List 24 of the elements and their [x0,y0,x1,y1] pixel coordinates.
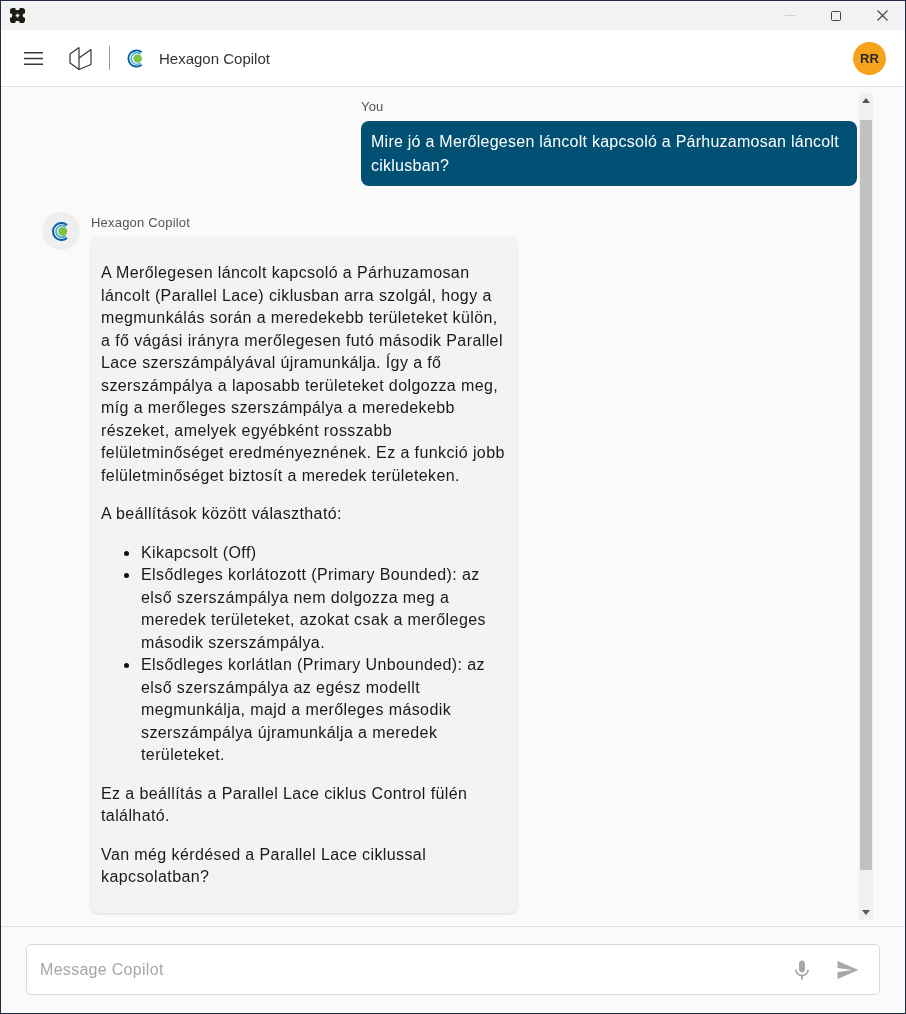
message-paragraph: Ez a beállítás a Parallel Lace ciklus Control fülén található. [101,783,469,826]
book-icon [68,45,92,71]
list-item-text: Elsődleges korlátozott (Primary Bounded): az első szerszámpálya nem dolgozza meg a meredek területeket, azokat csak a merőleges második szerszámpálya. [141,565,487,653]
bullet-icon [124,550,129,556]
list-item-text: Elsődleges korlátlan (Primary Unbounded): az első szerszámpálya az egész modellt megmunkálja, majd a merőleges második szerszámpálya újramunkálja a meredek területeket. [141,655,486,765]
app-logo-icon [10,8,25,23]
message-paragraph: A Merőlegesen láncolt kapcsoló a Párhuzamosan láncolt (Parallel Lace) ciklusban arra szolgál, hogy a megmunkálás során a meredekebb területeket külön, a fő vágási irányra merőlegesen futó második Parallel Lace szerszámpályával újramunkálja. Így a fő szerszámpálya a laposabb területeket dolgozza meg, míg a merőleges szerszámpálya a meredekebb részeket, amelyek egyébként rosszabb felületminőséget eredményeznének. Ez a funkció jobb felületminőséget biztosít a meredek területeken. [101,263,506,486]
message-paragraph: A beállítások között választható: [101,504,343,524]
list-item-text: Kikapcsolt (Off) [141,542,257,563]
scroll-up-icon[interactable] [862,98,870,103]
message-paragraph: Van még kérdésed a Parallel Lace ciklussal kapcsolatban? [101,844,428,887]
sender-name: Hexagon Copilot [91,215,191,231]
menu-icon [23,51,43,65]
scrollbar-thumb[interactable] [860,120,872,870]
user-message-bubble: Mire jó a Merőlegesen láncolt kapcsoló a Párhuzamosan láncolt ciklusban? [361,121,857,186]
user-avatar[interactable]: RR [853,41,886,75]
bullet-icon [124,573,129,578]
copilot-avatar-icon [42,212,80,250]
app-name: Hexagon Copilot [159,49,270,67]
send-icon [837,960,859,979]
microphone-icon [795,959,809,980]
bullet-icon [124,663,129,668]
sender-name: You [361,99,384,115]
scroll-down-icon[interactable] [862,910,870,915]
